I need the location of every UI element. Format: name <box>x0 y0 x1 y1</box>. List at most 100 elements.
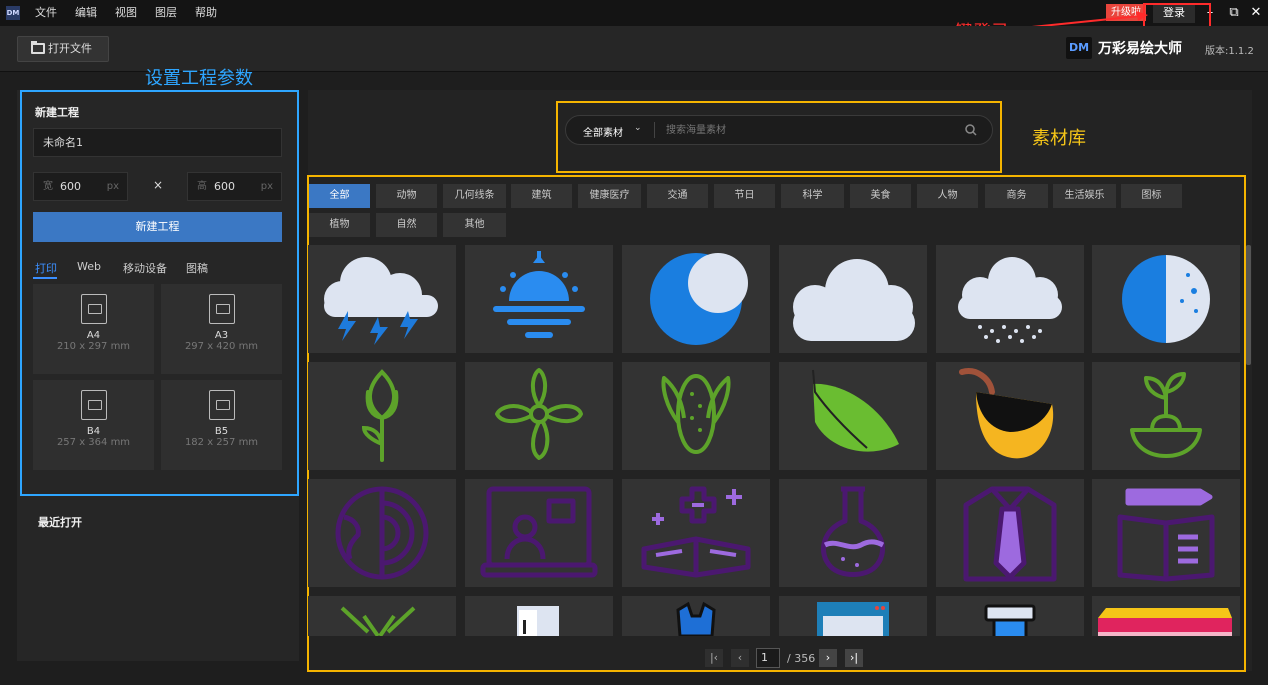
annotation-library: 素材库 <box>1032 128 1086 149</box>
tile-earth-globe[interactable] <box>308 479 456 587</box>
category-animals[interactable]: 动物 <box>376 184 437 208</box>
category-people[interactable]: 人物 <box>917 184 978 208</box>
tile-shirt-tie[interactable] <box>936 479 1084 587</box>
category-plants[interactable]: 植物 <box>309 213 370 237</box>
tile-browser-window[interactable] <box>779 596 927 636</box>
open-file-button[interactable]: 打开文件 <box>17 36 109 62</box>
paper-a3-card[interactable]: A3 297 x 420 mm <box>161 284 282 374</box>
sunrise-icon <box>493 251 585 338</box>
tile-online-teacher[interactable] <box>465 479 613 587</box>
folder-icon <box>31 41 45 54</box>
prev-page-button[interactable]: ‹ <box>731 649 749 667</box>
category-medical[interactable]: 健康医疗 <box>578 184 641 208</box>
tile-thunderstorm-cloud[interactable] <box>308 245 456 353</box>
tile-corn[interactable] <box>622 362 770 470</box>
project-name-input[interactable]: 未命名1 <box>33 128 282 157</box>
brand-name: 万彩易绘大师 <box>1098 41 1182 57</box>
paper-b4-card[interactable]: B4 257 x 364 mm <box>33 380 154 470</box>
close-icon[interactable]: ✕ <box>1246 2 1266 24</box>
acorn-icon <box>959 368 1054 459</box>
tile-eraser[interactable] <box>1092 596 1240 636</box>
height-value: 600 <box>214 180 235 193</box>
medical-book-icon <box>641 486 751 578</box>
height-label: 高 <box>197 181 207 192</box>
tile-flower[interactable] <box>465 362 613 470</box>
create-project-button[interactable]: 新建工程 <box>33 212 282 242</box>
version-label: 版本:1.1.2 <box>1205 46 1254 57</box>
next-page-button[interactable]: › <box>819 649 837 667</box>
tile-crescent-moon[interactable] <box>622 245 770 353</box>
paper-size: 257 x 364 mm <box>56 437 131 448</box>
earth-globe-icon <box>335 486 429 580</box>
tile-paint-brush[interactable] <box>936 596 1084 636</box>
refrigerator-icon <box>517 606 559 636</box>
category-traffic[interactable]: 交通 <box>647 184 708 208</box>
tile-tulip[interactable] <box>308 362 456 470</box>
crescent-moon-icon <box>650 253 748 345</box>
paper-size: 182 x 257 mm <box>184 437 259 448</box>
page-number-input[interactable]: 1 <box>756 648 780 668</box>
paper-name: A4 <box>86 330 101 341</box>
printer-icon <box>208 294 235 324</box>
category-all[interactable]: 全部 <box>309 184 370 208</box>
category-business[interactable]: 商务 <box>985 184 1048 208</box>
tab-web[interactable]: Web <box>77 260 101 273</box>
first-page-button[interactable]: |‹ <box>705 649 723 667</box>
category-geometric[interactable]: 几何线条 <box>443 184 506 208</box>
app-logo-icon: DM <box>6 6 20 20</box>
tile-refrigerator[interactable] <box>465 596 613 636</box>
tab-print[interactable]: 打印 <box>35 260 57 276</box>
tile-medical-book[interactable] <box>622 479 770 587</box>
half-moon-icon <box>1122 255 1210 343</box>
flask-icon <box>821 486 885 577</box>
height-input[interactable]: 高 600 px <box>187 172 282 201</box>
tile-sprout-bowl[interactable] <box>1092 362 1240 470</box>
tab-artboard[interactable]: 图稿 <box>186 260 208 276</box>
eraser-icon <box>1098 608 1232 636</box>
restore-icon[interactable]: ⧉ <box>1224 2 1244 24</box>
menu-layer[interactable]: 图层 <box>155 0 177 26</box>
category-other[interactable]: 其他 <box>443 213 506 237</box>
width-unit: px <box>106 181 119 192</box>
herb-icon <box>340 606 416 636</box>
paper-b5-card[interactable]: B5 182 x 257 mm <box>161 380 282 470</box>
menu-view[interactable]: 视图 <box>115 0 137 26</box>
library-scrollbar[interactable] <box>1246 245 1251 365</box>
online-teacher-icon <box>480 486 598 578</box>
paper-a4-card[interactable]: A4 210 x 297 mm <box>33 284 154 374</box>
tulip-icon <box>361 369 399 462</box>
tile-flask[interactable] <box>779 479 927 587</box>
tile-cloud[interactable] <box>779 245 927 353</box>
new-project-title: 新建工程 <box>35 106 79 119</box>
printer-icon <box>208 390 235 420</box>
tile-leaf[interactable] <box>779 362 927 470</box>
tile-clothes[interactable] <box>622 596 770 636</box>
last-page-button[interactable]: ›| <box>845 649 863 667</box>
category-science[interactable]: 科学 <box>781 184 844 208</box>
tile-rain-cloud[interactable] <box>936 245 1084 353</box>
category-lifestyle[interactable]: 生活娱乐 <box>1053 184 1116 208</box>
menu-file[interactable]: 文件 <box>35 0 57 26</box>
category-festival[interactable]: 节日 <box>714 184 775 208</box>
menu-help[interactable]: 帮助 <box>195 0 217 26</box>
tile-book-pencil[interactable] <box>1092 479 1240 587</box>
paper-name: A3 <box>214 330 229 341</box>
category-nature[interactable]: 自然 <box>376 213 437 237</box>
tile-sunrise[interactable] <box>465 245 613 353</box>
tab-mobile[interactable]: 移动设备 <box>123 260 167 276</box>
tile-half-moon[interactable] <box>1092 245 1240 353</box>
annotation-project-params: 设置工程参数 <box>145 68 253 89</box>
tile-herb[interactable] <box>308 596 456 636</box>
times-sign: × <box>153 178 164 192</box>
printer-icon <box>80 294 107 324</box>
tile-acorn[interactable] <box>936 362 1084 470</box>
category-food[interactable]: 美食 <box>850 184 911 208</box>
open-file-label: 打开文件 <box>48 42 92 55</box>
width-input[interactable]: 宽 600 px <box>33 172 128 201</box>
category-icons[interactable]: 图标 <box>1121 184 1182 208</box>
menu-edit[interactable]: 编辑 <box>75 0 97 26</box>
leaf-icon <box>812 369 899 452</box>
paper-size: 210 x 297 mm <box>56 341 131 352</box>
category-architecture[interactable]: 建筑 <box>511 184 572 208</box>
thunderstorm-cloud-icon <box>324 257 438 345</box>
